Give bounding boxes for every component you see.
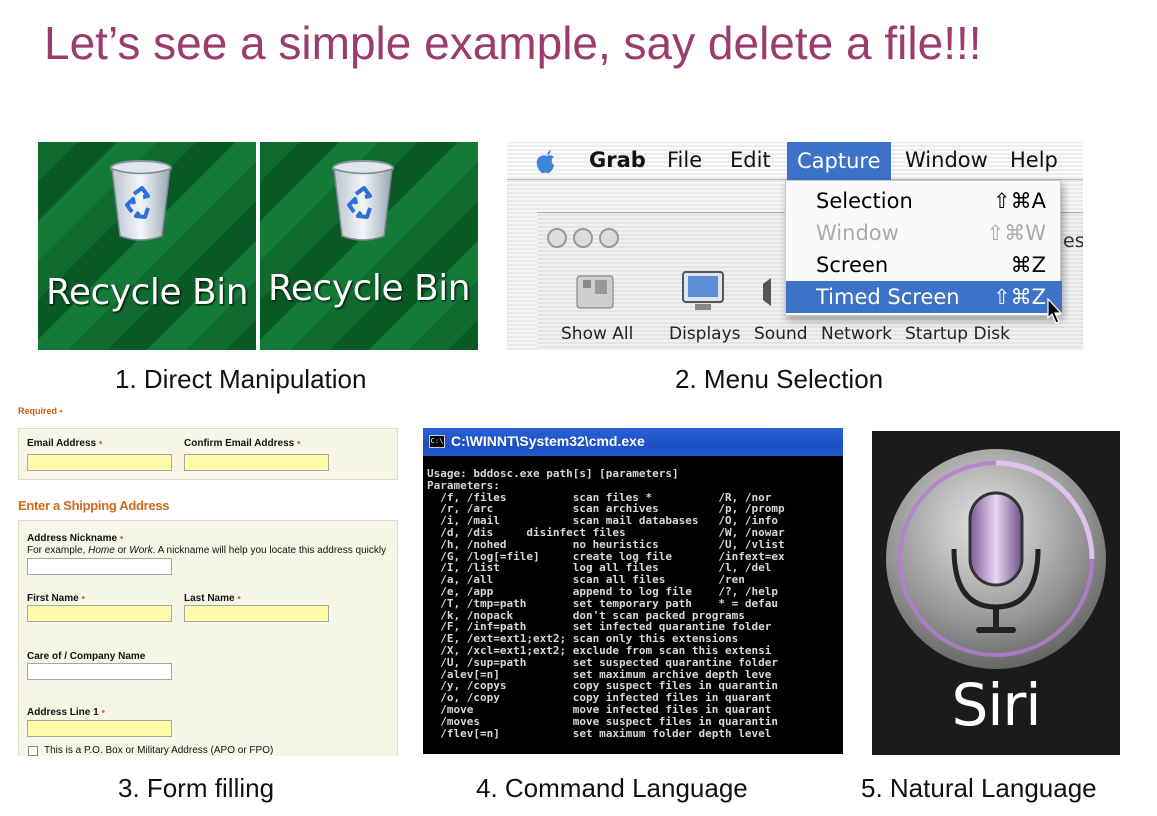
- po-box-label: This is a P.O. Box or Military Address (…: [44, 745, 274, 756]
- menu-bar: Grab File Edit Capture Window Help: [507, 142, 1083, 180]
- recycle-bin-label: Recycle Bin: [46, 272, 249, 313]
- capture-dropdown-menu: Selection ⇧⌘A Window ⇧⌘W Screen ⌘Z Timed…: [785, 180, 1062, 316]
- pref-startup-disk[interactable]: Startup Disk: [905, 324, 1010, 344]
- slide-title: Let’s see a simple example, say delete a…: [44, 17, 982, 69]
- address-line1-field[interactable]: [27, 720, 172, 737]
- email-label-text: Email Address: [27, 438, 97, 449]
- menu-grab[interactable]: Grab: [589, 148, 646, 172]
- pref-displays[interactable]: Displays: [669, 324, 741, 344]
- pref-network[interactable]: Network: [821, 324, 892, 344]
- confirm-email-field[interactable]: [184, 454, 329, 471]
- menu-item-label: Timed Screen: [816, 285, 960, 309]
- confirm-email-label: Confirm Email Address •: [184, 438, 301, 449]
- displays-icon: [682, 271, 724, 310]
- window-title-fragment: es: [1063, 230, 1083, 252]
- first-name-field[interactable]: [27, 605, 172, 622]
- email-field[interactable]: [27, 454, 172, 471]
- menu-item-selection[interactable]: Selection ⇧⌘A: [786, 185, 1062, 217]
- required-star: •: [101, 707, 105, 718]
- first-name-label-text: First Name: [27, 593, 79, 604]
- nickname-field[interactable]: [27, 558, 172, 575]
- required-star: •: [81, 593, 85, 604]
- recycle-bin-panel-right[interactable]: Recycle Bin: [260, 142, 478, 350]
- cmd-output: Usage: bddosc.exe path[s] [parameters] P…: [427, 467, 785, 740]
- menu-file[interactable]: File: [667, 148, 702, 172]
- last-name-label-text: Last Name: [184, 593, 235, 604]
- menu-item-shortcut: ⇧⌘Z: [993, 285, 1046, 309]
- show-all-icon: [576, 275, 614, 309]
- help-text-work: Work: [129, 545, 153, 556]
- caption-natural-language: 5. Natural Language: [861, 773, 1097, 803]
- cmd-title: C:\WINNT\System32\cmd.exe: [451, 433, 645, 449]
- nickname-help: For example, Home or Work. A nickname wi…: [27, 545, 386, 556]
- menu-item-label: Window: [816, 221, 899, 245]
- recycle-bin-label: Recycle Bin: [268, 268, 471, 309]
- shipping-heading: Enter a Shipping Address: [18, 498, 170, 513]
- mouse-cursor-icon: [1047, 298, 1063, 324]
- menu-item-label: Screen: [816, 253, 889, 277]
- nickname-label-text: Address Nickname: [27, 533, 118, 544]
- required-star: •: [59, 406, 63, 416]
- caption-form-filling: 3. Form filling: [118, 773, 275, 803]
- close-window-button[interactable]: [547, 228, 567, 248]
- recycle-bin-icon: [332, 160, 394, 241]
- caption-direct-manipulation: 1. Direct Manipulation: [115, 364, 367, 394]
- shipping-form: Required • Email Address • Confirm Email…: [18, 404, 398, 756]
- cmd-title-bar: C:\ C:\WINNT\System32\cmd.exe: [423, 428, 843, 456]
- recycle-bin-icon: [110, 160, 172, 241]
- nickname-label: Address Nickname •: [27, 533, 123, 544]
- required-star: •: [237, 593, 241, 604]
- care-of-field[interactable]: [27, 663, 172, 680]
- email-section: Email Address • Confirm Email Address •: [18, 428, 398, 480]
- confirm-email-label-text: Confirm Email Address: [184, 438, 295, 449]
- minimize-window-button[interactable]: [573, 228, 593, 248]
- care-of-label: Care of / Company Name: [27, 651, 146, 662]
- caption-command-language: 4. Command Language: [476, 773, 748, 803]
- menu-edit[interactable]: Edit: [730, 148, 771, 172]
- menu-item-timed-screen[interactable]: Timed Screen ⇧⌘Z: [786, 281, 1062, 313]
- siri-label: Siri: [951, 671, 1042, 739]
- pref-show-all[interactable]: Show All: [561, 324, 633, 344]
- menu-capture[interactable]: Capture: [787, 142, 891, 180]
- required-star: •: [119, 533, 124, 544]
- mac-menu-screenshot: es Show All Displays Sound Network Start…: [507, 142, 1083, 350]
- required-star: •: [297, 438, 301, 449]
- po-box-checkbox[interactable]: [28, 746, 38, 756]
- siri-panel[interactable]: Siri: [872, 431, 1120, 755]
- last-name-label: Last Name •: [184, 593, 241, 604]
- help-text: . A nickname will help you locate this a…: [152, 545, 387, 556]
- menu-item-shortcut: ⇧⌘W: [986, 221, 1046, 245]
- required-label: Required: [18, 406, 58, 416]
- zoom-window-button[interactable]: [599, 228, 619, 248]
- first-name-label: First Name •: [27, 593, 85, 604]
- last-name-field[interactable]: [184, 605, 329, 622]
- pref-sound[interactable]: Sound: [754, 324, 808, 344]
- help-text: or: [114, 545, 130, 556]
- shipping-section: Address Nickname • For example, Home or …: [18, 520, 398, 756]
- address-line1-label-text: Address Line 1: [27, 707, 99, 718]
- address-line1-label: Address Line 1 •: [27, 707, 105, 718]
- help-text-home: Home: [88, 545, 115, 556]
- required-note: Required •: [18, 406, 63, 416]
- menu-item-shortcut: ⌘Z: [1010, 253, 1046, 277]
- menu-item-shortcut: ⇧⌘A: [993, 189, 1046, 213]
- command-prompt-window: C:\ C:\WINNT\System32\cmd.exe Usage: bdd…: [423, 428, 843, 754]
- help-text: For example,: [27, 545, 89, 556]
- menu-item-screen[interactable]: Screen ⌘Z: [786, 249, 1062, 281]
- email-label: Email Address •: [27, 438, 102, 449]
- menu-item-label: Selection: [816, 189, 913, 213]
- caption-menu-selection: 2. Menu Selection: [675, 364, 884, 394]
- apple-icon[interactable]: [535, 148, 559, 174]
- window-buttons: [547, 228, 625, 253]
- menu-help[interactable]: Help: [1010, 148, 1058, 172]
- menu-item-window: Window ⇧⌘W: [786, 217, 1062, 249]
- required-star: •: [98, 438, 103, 449]
- recycle-bin-panel-left[interactable]: Recycle Bin: [38, 142, 256, 350]
- cmd-icon: C:\: [429, 435, 445, 448]
- sound-icon: [763, 278, 771, 306]
- menu-window[interactable]: Window: [905, 148, 988, 172]
